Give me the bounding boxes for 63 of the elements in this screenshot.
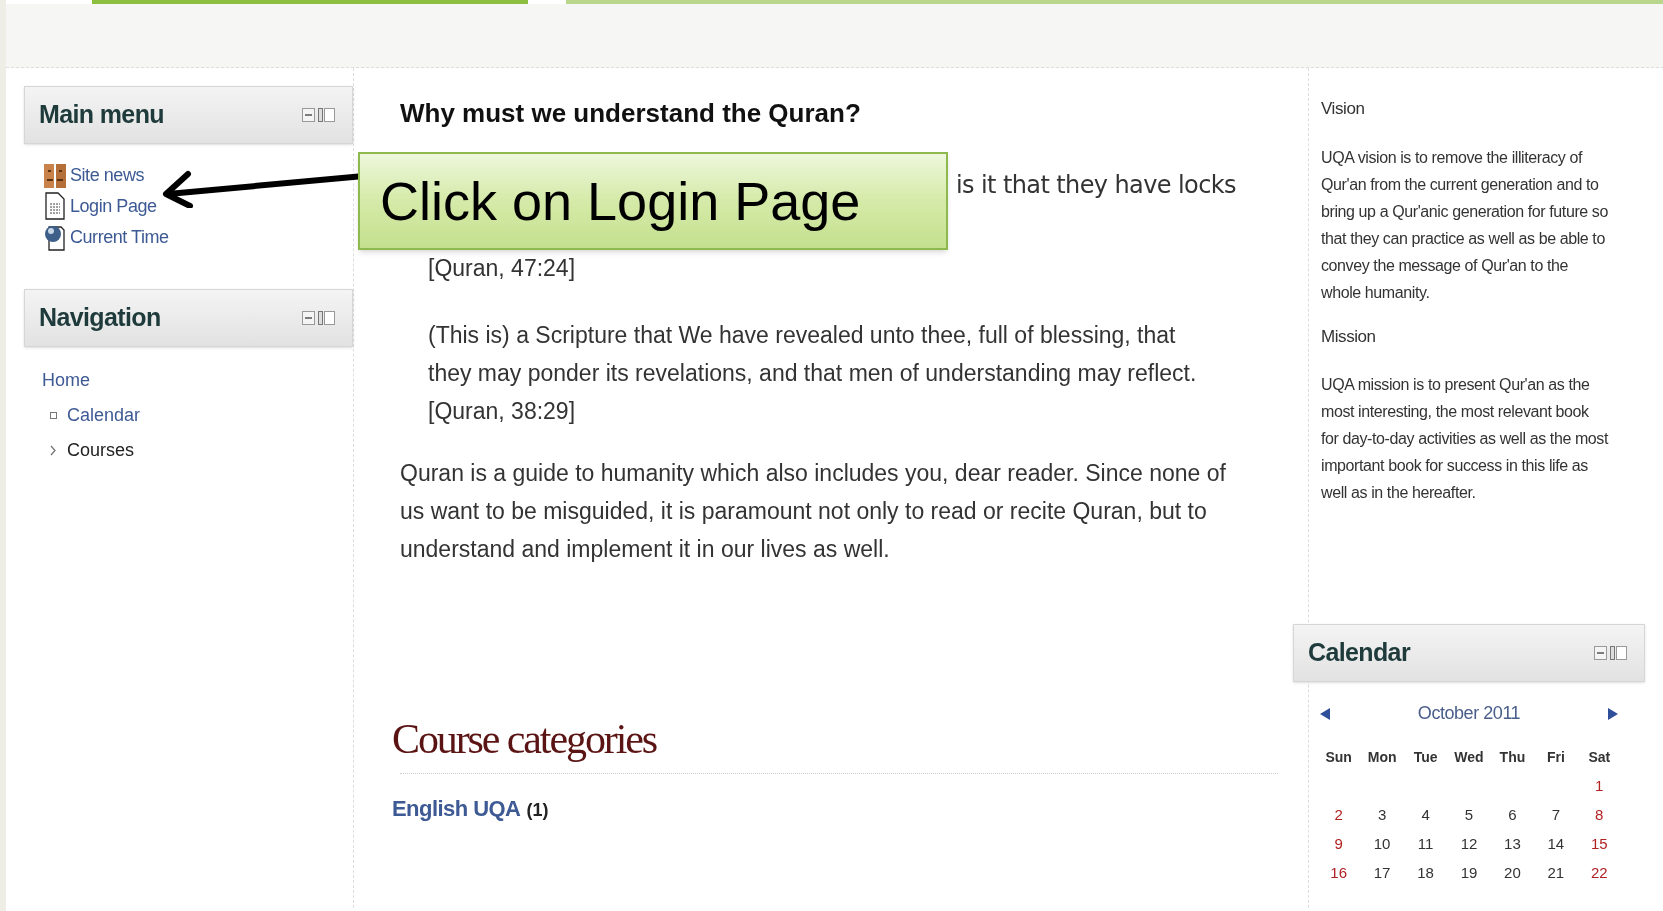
weekday-label: Wed [1453, 748, 1485, 767]
calendar-day[interactable]: 15 [1577, 833, 1621, 855]
block-controls-icon[interactable] [1594, 643, 1630, 663]
citation: [Quran, 38:29] [428, 396, 577, 426]
globe-document-icon [44, 223, 66, 251]
citation: [Quran, 47:24] [428, 254, 577, 283]
weekday-label: Sun [1324, 748, 1353, 767]
nav-link[interactable]: Courses [67, 437, 135, 464]
quote-text: (This is) a Scripture that We have revealed unto thee, full of blessing, that they may ponder its revelations, and that men of understanding may reflect. [428, 320, 1198, 388]
calendar-day[interactable]: 18 [1403, 862, 1448, 884]
section-heading: Course categories [392, 714, 658, 764]
calendar-day[interactable]: 7 [1534, 804, 1578, 826]
calendar-day[interactable]: 17 [1360, 862, 1404, 884]
block-title: Calendar [1308, 637, 1410, 669]
calendar-day[interactable]: 11 [1403, 833, 1448, 855]
calendar-day[interactable]: 8 [1577, 804, 1621, 826]
block-title: Main menu [39, 99, 164, 131]
category-link[interactable]: English UQA [392, 791, 521, 825]
menu-link[interactable]: Site news [70, 162, 144, 189]
menu-link[interactable]: Login Page [70, 192, 157, 220]
section-label: Vision [1321, 98, 1366, 120]
quote-text: is it that they have locks [956, 170, 1236, 201]
calendar-day[interactable]: 13 [1490, 833, 1535, 855]
calendar-day[interactable]: 5 [1447, 804, 1491, 826]
chevron-icon [50, 445, 57, 456]
calendar-day[interactable]: 1 [1577, 775, 1621, 797]
month-title: October 2011 [1417, 702, 1521, 725]
weekday-label: Tue [1412, 748, 1439, 767]
next-month-icon[interactable] [1607, 706, 1619, 721]
description-text: UQA mission is to present Qur'an as the most interesting, the most relevant book for day-to-day activities as well as the most important book for success in this life as well as in the hereafter. [1321, 375, 1609, 503]
course-count: (1) [526, 798, 549, 822]
calendar-day[interactable]: 4 [1403, 804, 1448, 826]
calendar-day[interactable]: 20 [1490, 862, 1535, 884]
document-icon [44, 192, 66, 220]
weekday-label: Thu [1498, 748, 1527, 767]
previous-month-icon[interactable] [1319, 706, 1331, 721]
bullet-icon [50, 412, 57, 419]
calendar-day[interactable]: 10 [1360, 833, 1404, 855]
calendar-day[interactable]: 9 [1317, 833, 1361, 855]
block-controls-icon[interactable] [302, 308, 338, 328]
calendar-day[interactable]: 12 [1447, 833, 1491, 855]
weekday-label: Sat [1587, 748, 1612, 767]
description-text: UQA vision is to remove the illiteracy of Qur'an from the current generation and to bring up a Qur'anic generation for future so that they can practice as well as be able to convey the message of Qur'an to the whole humanity. [1321, 147, 1609, 303]
calendar-day[interactable]: 6 [1490, 804, 1535, 826]
calendar-day[interactable]: 22 [1577, 862, 1621, 884]
callout-label: Click on Login Page [358, 152, 948, 250]
weekday-label: Fri [1545, 748, 1566, 767]
calendar-day[interactable]: 21 [1534, 862, 1578, 884]
calendar-day[interactable]: 16 [1317, 862, 1361, 884]
nav-link[interactable]: Home [42, 367, 353, 394]
nav-link[interactable]: Calendar [67, 402, 141, 429]
paragraph: Quran is a guide to humanity which also includes you, dear reader. Since none of us want to be misguided, it is paramount not only to read or recite Quran, but to understand and implement it in our lives as well. [400, 458, 1227, 564]
menu-link[interactable]: Current Time [70, 223, 169, 251]
block-title: Navigation [39, 302, 161, 334]
calendar-day[interactable]: 2 [1317, 804, 1361, 826]
block-controls-icon[interactable] [302, 105, 338, 125]
section-label: Mission [1321, 325, 1377, 348]
calendar-day[interactable]: 3 [1360, 804, 1404, 826]
weekday-label: Mon [1366, 748, 1398, 767]
calendar-day[interactable]: 19 [1447, 862, 1491, 884]
article-heading: Why must we understand the Quran? [400, 97, 862, 130]
calendar-day[interactable]: 14 [1534, 833, 1578, 855]
forum-icon [44, 162, 66, 189]
